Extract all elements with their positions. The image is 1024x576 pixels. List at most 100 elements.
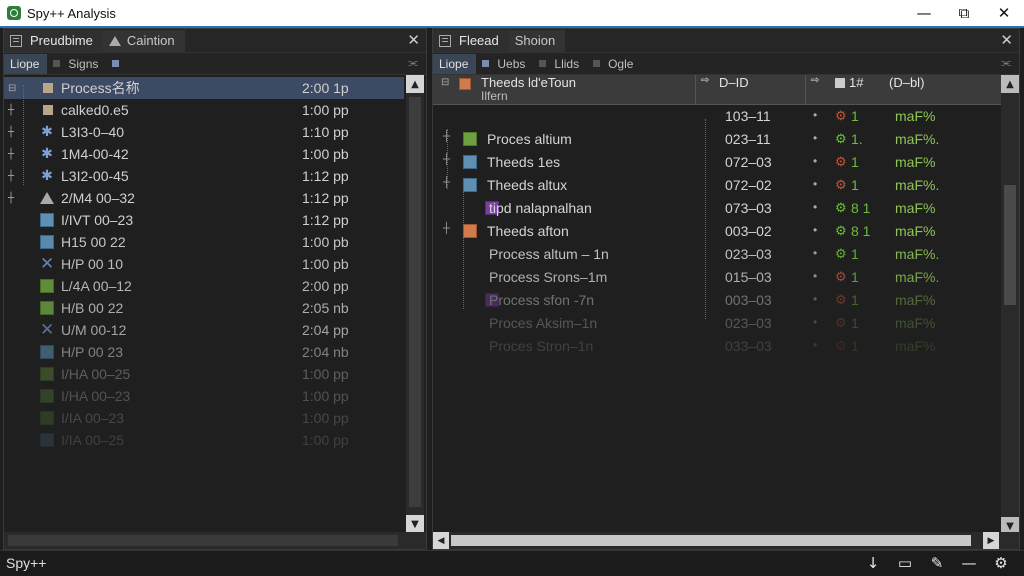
gear-icon: ⚙ — [835, 246, 847, 261]
process-time: 2:04 pp — [302, 322, 349, 338]
left-vertical-scrollbar[interactable]: ▲ ▼ — [406, 75, 424, 533]
expand-icon[interactable]: ┼ — [443, 223, 450, 234]
left-horizontal-scrollbar[interactable] — [4, 532, 426, 549]
tree-row[interactable]: ┼ ✱ L3I3-0–40 1:10 pp — [4, 121, 404, 143]
tree-row[interactable]: I/IVT 00–23 1:12 pp — [4, 209, 404, 231]
hscroll-thumb[interactable] — [8, 535, 398, 546]
header-pct[interactable]: (D–bl) — [889, 75, 924, 90]
tab-fleead[interactable]: Fleead — [433, 29, 509, 52]
gear-icon: ⚙ — [835, 154, 847, 169]
tree-row[interactable]: ⊟ Process名称 2:00 1p — [4, 77, 404, 99]
expand-icon[interactable]: ┼ — [8, 127, 18, 138]
minimize-button[interactable]: — — [904, 0, 944, 26]
right-vertical-scrollbar[interactable]: ▲ ▼ — [1001, 75, 1019, 535]
collapse-icon[interactable]: ⊟ — [441, 77, 449, 88]
subtab-liope[interactable]: Liope — [433, 53, 477, 74]
scroll-thumb[interactable] — [1004, 185, 1016, 305]
expand-icon[interactable]: ⊟ — [8, 83, 18, 94]
hscroll-thumb[interactable] — [451, 535, 971, 546]
right-horizontal-scrollbar[interactable]: ◀ ▶ — [433, 532, 1019, 549]
minus-icon[interactable]: — — [960, 554, 978, 572]
scroll-up-arrow-icon[interactable]: ▲ — [406, 75, 424, 93]
header-flag[interactable]: 1# — [849, 75, 863, 90]
tab-caintion[interactable]: Caintion — [102, 29, 185, 52]
close-window-button[interactable]: ✕ — [984, 0, 1024, 26]
tree-row[interactable]: H15 00 22 1:00 pb — [4, 231, 404, 253]
tree-row[interactable]: I/HA 00–25 1:00 pp — [4, 363, 404, 385]
pin-icon[interactable]: ⫘ — [1001, 56, 1011, 70]
thread-row[interactable]: ┼ Theeds 1es 072–03 • ⚙ 1 maF% — [433, 151, 1001, 174]
thread-row[interactable]: ┼ Proces altium 023–11 • ⚙ 1. maF%. — [433, 128, 1001, 151]
expand-icon[interactable]: ┼ — [8, 193, 18, 204]
scroll-thumb[interactable] — [409, 97, 421, 507]
column-separator[interactable] — [805, 75, 806, 105]
pencil-icon[interactable]: ✎ — [928, 554, 946, 572]
thread-name: Process altum – 1n — [489, 246, 609, 262]
subtab-llids[interactable]: Llids — [533, 54, 587, 74]
close-pane-icon[interactable]: ✕ — [1000, 31, 1013, 49]
arrow-down-icon[interactable]: ↓ — [864, 554, 882, 572]
tab-shoion[interactable]: Shoion — [508, 29, 566, 52]
gear-icon[interactable]: ⚙ — [992, 554, 1010, 572]
process-time: 1:12 pp — [302, 168, 349, 184]
title-bar: Spy++ Analysis — ⧉ ✕ — [0, 0, 1024, 26]
bullet-icon: • — [813, 108, 818, 122]
maximize-button[interactable]: ⧉ — [944, 0, 984, 26]
tab-preudbime[interactable]: Preudbime — [4, 29, 103, 52]
scroll-down-arrow-icon[interactable]: ▼ — [406, 515, 424, 533]
process-name: 1M4-00-42 — [61, 146, 129, 162]
thread-count: 1 — [851, 108, 859, 124]
square-icon — [593, 60, 601, 67]
thread-row[interactable]: Proces Aksim–1n 023–03 • ⚙ 1 maF% — [433, 312, 1001, 335]
close-pane-icon[interactable]: ✕ — [407, 31, 420, 49]
column-separator[interactable] — [695, 75, 696, 105]
scroll-left-arrow-icon[interactable]: ◀ — [433, 532, 449, 549]
thread-row[interactable]: Proces Stron–1n 033–03 • ⚙ 1 maF% — [433, 335, 1001, 358]
subtab-signs[interactable]: Signs — [47, 54, 106, 74]
subtab-liope[interactable]: Liope — [4, 53, 48, 74]
tree-row[interactable]: ✕ H/P 00 10 1:00 pb — [4, 253, 404, 275]
tree-row[interactable]: ┼ ✱ 1M4-00-42 1:00 pb — [4, 143, 404, 165]
tree-row[interactable]: ✕ U/M 00-12 2:04 pp — [4, 319, 404, 341]
tree-row[interactable]: H/B 00 22 2:05 nb — [4, 297, 404, 319]
tree-row[interactable]: ┼ 2/M4 00–32 1:12 pp — [4, 187, 404, 209]
thread-row[interactable]: ┼ Theeds altux 072–02 • ⚙ 1 maF%. — [433, 174, 1001, 197]
expand-icon[interactable]: ┼ — [8, 171, 18, 182]
tree-row[interactable]: I/HA 00–23 1:00 pp — [4, 385, 404, 407]
document-icon — [10, 34, 22, 47]
process-name: H/P 00 10 — [61, 256, 124, 272]
subtab-extra[interactable] — [106, 54, 135, 74]
thread-row[interactable]: ┼ Theeds afton 003–02 • ⚙ 8 1 maF% — [433, 220, 1001, 243]
thread-row[interactable]: tipd nalapnalhan 073–03 • ⚙ 8 1 maF% — [433, 197, 1001, 220]
scroll-right-arrow-icon[interactable]: ▶ — [983, 532, 999, 549]
expand-icon[interactable]: ┼ — [8, 105, 18, 116]
status-bar: Spy++ ↓ ▭ ✎ — ⚙ — [0, 550, 1024, 576]
sort-icon[interactable]: ⇨ — [701, 75, 709, 86]
tree-row[interactable]: H/P 00 23 2:04 nb — [4, 341, 404, 363]
tree-guide-line — [23, 85, 24, 185]
expand-icon[interactable]: ┼ — [8, 149, 18, 160]
header-tid[interactable]: D–ID — [719, 75, 749, 90]
tree-row[interactable]: I/IA 00–23 1:00 pp — [4, 407, 404, 429]
tree-row[interactable]: ┼ ✱ L3I2-00-45 1:12 pp — [4, 165, 404, 187]
thread-percent: maF% — [895, 154, 936, 170]
blue-square-icon — [40, 345, 54, 359]
thread-row[interactable]: Process altum – 1n 023–03 • ⚙ 1 maF%. — [433, 243, 1001, 266]
subtab-ogle[interactable]: Ogle — [587, 54, 641, 74]
pin-icon[interactable]: ⫘ — [408, 56, 418, 70]
thread-row[interactable]: 103–11 • ⚙ 1 maF% — [433, 105, 1001, 128]
process-name: I/IA 00–25 — [61, 432, 125, 448]
header-name[interactable]: Theeds ld'eToun — [481, 75, 576, 90]
window-icon[interactable]: ▭ — [896, 554, 914, 572]
thread-row[interactable]: Process Srons–1m 015–03 • ⚙ 1 maF%. — [433, 266, 1001, 289]
tree-row[interactable]: L/4A 00–12 2:00 pp — [4, 275, 404, 297]
thread-id: 072–03 — [725, 154, 772, 170]
scroll-up-arrow-icon[interactable]: ▲ — [1001, 75, 1019, 93]
bullet-icon: • — [813, 131, 818, 145]
process-time: 1:00 pb — [302, 256, 349, 272]
sort-icon[interactable]: ⇨ — [811, 75, 819, 86]
subtab-uebs[interactable]: Uebs — [476, 54, 533, 74]
thread-row[interactable]: Process sfon -7n 003–03 • ⚙ 1 maF% — [433, 289, 1001, 312]
tree-row[interactable]: I/IA 00–25 1:00 pp — [4, 429, 404, 451]
tree-row[interactable]: ┼ calked0.e5 1:00 pp — [4, 99, 404, 121]
